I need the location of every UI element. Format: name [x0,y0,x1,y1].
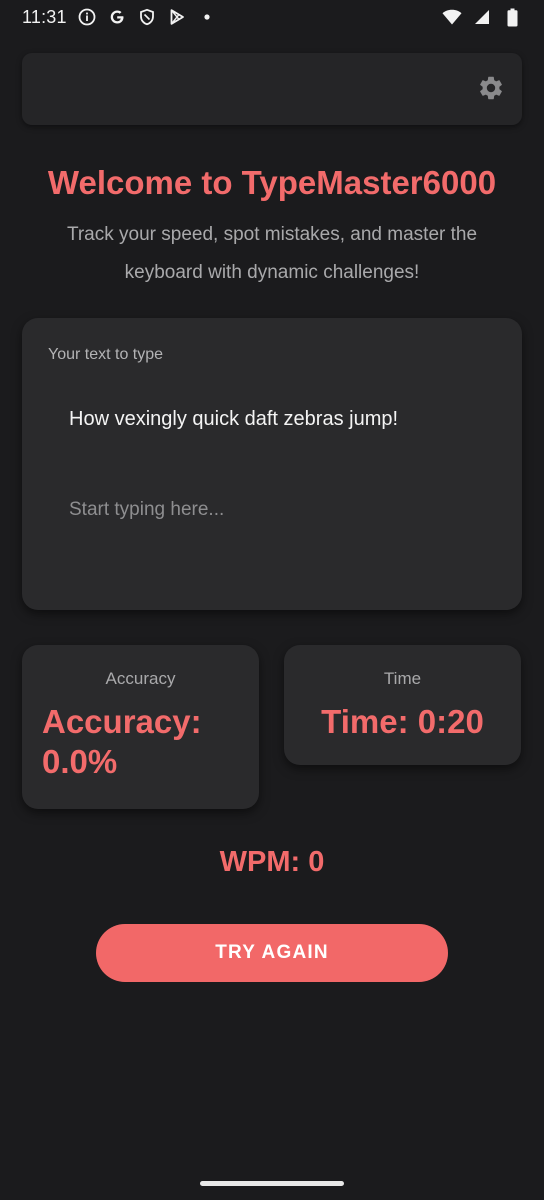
play-store-icon [167,7,187,27]
status-bar-left: 11:31 [22,7,217,28]
time-label: Time [383,669,422,688]
target-text: How vexingly quick daft zebras jump! [69,408,399,430]
time-value: Time: 0:20 [321,703,484,740]
wpm-value: WPM: 0 [219,846,325,878]
welcome-title: Welcome to TypeMaster6000 [47,164,497,201]
status-time: 11:31 [22,6,67,27]
google-icon [107,7,127,27]
wifi-icon [442,7,462,27]
typing-card-label: Your text to type [48,346,164,363]
typing-input[interactable] [52,490,492,530]
accuracy-label: Accuracy [105,669,176,688]
accuracy-card: Accuracy Accuracy: 0.0% [22,645,259,809]
accuracy-value: Accuracy: 0.0% [42,703,202,780]
welcome-subtitle: Track your speed, spot mistakes, and mas… [66,224,478,283]
shield-icon [137,7,157,27]
time-card: Time Time: 0:20 [284,645,521,765]
try-again-button[interactable]: TRY AGAIN [96,924,448,982]
top-app-bar [22,53,522,125]
status-bar-right [442,7,522,27]
battery-icon [502,7,522,27]
info-icon [77,7,97,27]
dot-icon [197,7,217,27]
status-bar: 11:31 [0,0,544,34]
cellular-signal-icon [472,7,492,27]
home-indicator[interactable] [200,1181,344,1186]
typing-card: Your text to type How vexingly quick daf… [22,318,522,610]
gear-icon [477,74,505,107]
settings-button[interactable] [476,75,506,105]
